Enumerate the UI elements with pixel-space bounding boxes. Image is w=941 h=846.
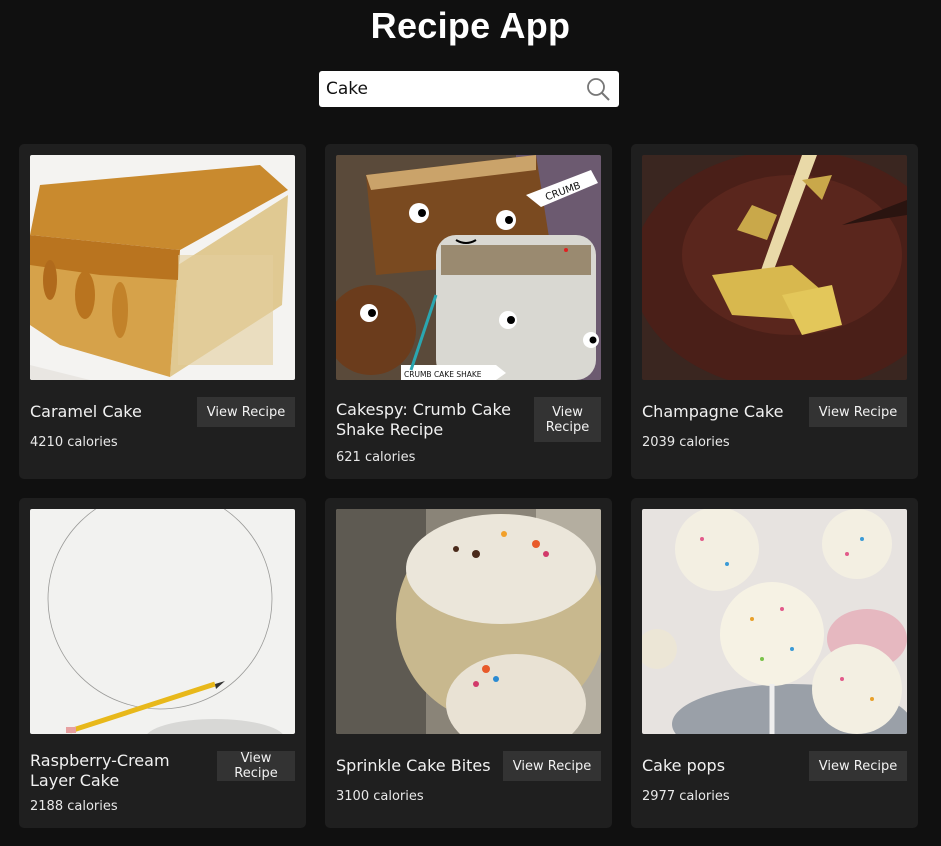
view-recipe-button[interactable]: View Recipe bbox=[809, 751, 907, 781]
recipe-name: Raspberry-Cream Layer Cake bbox=[30, 751, 170, 790]
recipe-name: Caramel Cake bbox=[30, 402, 142, 421]
view-recipe-button[interactable]: View Recipe bbox=[197, 397, 295, 427]
recipe-image[interactable] bbox=[30, 509, 295, 734]
view-recipe-button[interactable]: View Recipe bbox=[809, 397, 907, 427]
recipe-card-raspberry-cream-layer-cake: Raspberry-Cream Layer Cake View Recipe 2… bbox=[19, 498, 306, 828]
recipe-image[interactable]: CRUMB CRUMB CAKE SHAKE bbox=[336, 155, 601, 380]
recipe-calories: 2977 calories bbox=[642, 789, 730, 804]
recipe-image[interactable] bbox=[642, 509, 907, 734]
recipe-name: Cake pops bbox=[642, 756, 726, 775]
recipe-name: Cakespy: Crumb Cake Shake Recipe bbox=[336, 400, 512, 439]
recipe-calories: 2039 calories bbox=[642, 435, 730, 450]
recipe-card-caramel-cake: Caramel Cake View Recipe 4210 calories bbox=[19, 144, 306, 479]
photo-label: CRUMB CAKE SHAKE bbox=[404, 370, 482, 379]
recipe-card-champagne-cake: Champagne Cake View Recipe 2039 calories bbox=[631, 144, 918, 479]
recipe-card-sprinkle-cake-bites: Sprinkle Cake Bites View Recipe 3100 cal… bbox=[325, 498, 612, 828]
recipe-calories: 4210 calories bbox=[30, 435, 118, 450]
search-input[interactable] bbox=[319, 71, 579, 107]
recipe-calories: 621 calories bbox=[336, 450, 416, 465]
recipe-name: Sprinkle Cake Bites bbox=[336, 756, 491, 775]
recipe-calories: 2188 calories bbox=[30, 799, 118, 814]
app-title: Recipe App bbox=[370, 5, 571, 46]
view-recipe-button[interactable]: View Recipe bbox=[503, 751, 601, 781]
recipe-card-cake-pops: Cake pops View Recipe 2977 calories bbox=[631, 498, 918, 828]
recipe-card-crumb-cake-shake: CRUMB CRUMB CAKE SHAKE Cakespy: Crumb Ca… bbox=[325, 144, 612, 479]
recipe-name: Champagne Cake bbox=[642, 402, 784, 421]
recipe-image[interactable] bbox=[336, 509, 601, 734]
recipe-calories: 3100 calories bbox=[336, 789, 424, 804]
search-icon[interactable] bbox=[586, 77, 610, 101]
recipe-image[interactable] bbox=[30, 155, 295, 380]
view-recipe-button[interactable]: View Recipe bbox=[217, 751, 295, 781]
recipe-image[interactable] bbox=[642, 155, 907, 380]
view-recipe-button[interactable]: View Recipe bbox=[534, 397, 601, 442]
search-bar bbox=[319, 71, 619, 107]
